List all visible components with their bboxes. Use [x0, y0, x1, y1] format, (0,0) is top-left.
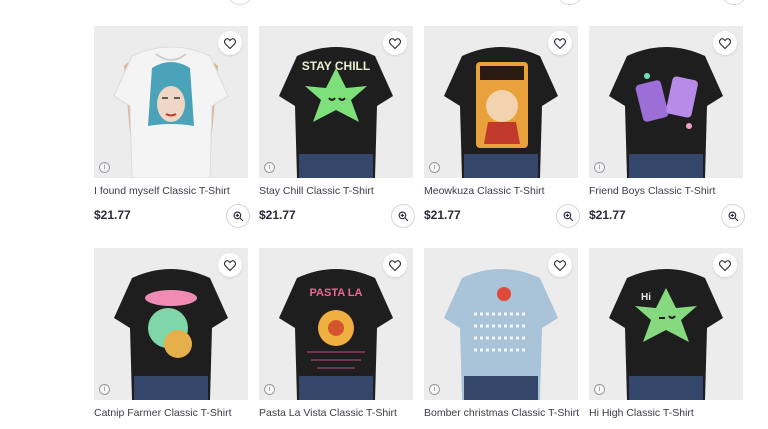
zoom-in-icon[interactable] — [721, 204, 745, 228]
product-price: $21.77 — [259, 208, 296, 222]
heart-icon[interactable] — [218, 253, 242, 277]
svg-text:STAY CHILL: STAY CHILL — [302, 59, 370, 73]
product-image[interactable]: STAY CHILL i — [259, 26, 413, 178]
product-title[interactable]: Hi High Classic T-Shirt — [589, 407, 743, 421]
previous-row-zoom-button-edge[interactable] — [722, 0, 746, 5]
product-price: $21.77 — [589, 208, 626, 222]
product-card[interactable]: STAY CHILL i Stay Chill Classic T-Shirt … — [259, 26, 415, 230]
previous-row-zoom-button-edge[interactable] — [228, 0, 252, 5]
product-price: $21.77 — [424, 208, 461, 222]
info-icon[interactable]: i — [99, 384, 110, 395]
zoom-in-icon[interactable] — [556, 204, 580, 228]
product-card[interactable]: i Meowkuza Classic T-Shirt $21.77 — [424, 26, 580, 230]
product-image[interactable]: Hi i — [589, 248, 743, 400]
product-card[interactable]: i I found myself Classic T-Shirt $21.77 — [94, 26, 250, 230]
heart-icon[interactable] — [218, 31, 242, 55]
info-icon[interactable]: i — [264, 384, 275, 395]
product-card[interactable]: Hi i Hi High Classic T-Shirt — [589, 248, 743, 421]
product-title[interactable]: I found myself Classic T-Shirt — [94, 185, 248, 199]
info-icon[interactable]: i — [99, 162, 110, 173]
info-icon[interactable]: i — [429, 384, 440, 395]
product-image[interactable]: i — [424, 26, 578, 178]
heart-icon[interactable] — [383, 31, 407, 55]
heart-icon[interactable] — [383, 253, 407, 277]
info-icon[interactable]: i — [264, 162, 275, 173]
info-icon[interactable]: i — [429, 162, 440, 173]
info-icon[interactable]: i — [594, 384, 605, 395]
product-title[interactable]: Meowkuza Classic T-Shirt — [424, 185, 578, 199]
product-title[interactable]: Bomber christmas Classic T-Shirt — [424, 407, 579, 421]
product-title[interactable]: Catnip Farmer Classic T-Shirt — [94, 407, 248, 421]
product-image[interactable]: i — [94, 248, 248, 400]
product-title[interactable]: Pasta La Vista Classic T-Shirt — [259, 407, 413, 421]
heart-icon[interactable] — [713, 253, 737, 277]
heart-icon[interactable] — [713, 31, 737, 55]
product-price: $21.77 — [94, 208, 131, 222]
product-image[interactable]: i — [424, 248, 578, 400]
product-title[interactable]: Friend Boys Classic T-Shirt — [589, 185, 743, 199]
product-image[interactable]: i — [589, 26, 743, 178]
heart-icon[interactable] — [548, 253, 572, 277]
product-card[interactable]: i Bomber christmas Classic T-Shirt — [424, 248, 579, 421]
svg-text:Hi: Hi — [641, 292, 651, 303]
product-card[interactable]: i Friend Boys Classic T-Shirt $21.77 — [589, 26, 745, 230]
previous-row-zoom-button-edge[interactable] — [558, 0, 582, 5]
product-image[interactable]: i — [94, 26, 248, 178]
zoom-in-icon[interactable] — [226, 204, 250, 228]
heart-icon[interactable] — [548, 31, 572, 55]
zoom-in-icon[interactable] — [391, 204, 415, 228]
product-card[interactable]: PASTA LA i Pasta La Vista Classic T-Shir… — [259, 248, 413, 421]
product-title[interactable]: Stay Chill Classic T-Shirt — [259, 185, 413, 199]
product-image[interactable]: PASTA LA i — [259, 248, 413, 400]
svg-text:PASTA LA: PASTA LA — [310, 287, 363, 299]
product-card[interactable]: i Catnip Farmer Classic T-Shirt — [94, 248, 248, 421]
info-icon[interactable]: i — [594, 162, 605, 173]
